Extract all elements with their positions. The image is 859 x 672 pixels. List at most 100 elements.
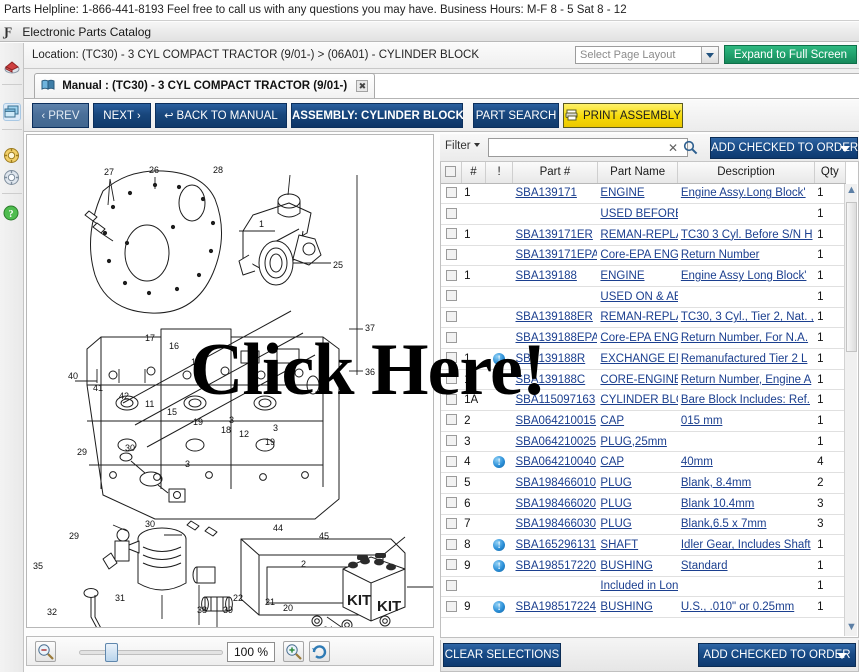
row-checkbox[interactable] [445,228,457,240]
chevron-down-icon[interactable] [701,47,718,63]
cell-description-link[interactable]: 40mm [681,456,713,468]
table-row[interactable]: 9! SBA198517224 BUSHING U.S., .010" or 0.25… [441,596,846,618]
cell-part-number-link[interactable]: SBA139171EPA [516,249,598,261]
info-icon[interactable]: ! [493,352,506,365]
row-checkbox-cell[interactable] [441,183,462,205]
row-checkbox[interactable] [445,455,457,467]
row-checkbox-cell[interactable] [441,389,462,412]
add-checked-to-order-bottom-button[interactable]: ADD CHECKED TO ORDER [698,643,856,667]
row-checkbox[interactable] [445,269,457,281]
zoom-in-icon[interactable] [283,641,304,662]
col-note-flag[interactable]: ! [485,162,513,184]
cell-description-link[interactable]: Return Number, Engine A [681,374,811,386]
cell-part-name-link[interactable]: USED BEFORE [600,208,677,220]
row-checkbox[interactable] [445,435,457,447]
info-icon[interactable]: ! [493,539,506,552]
cell-description-link[interactable]: Engine Assy.Long Block' [681,187,806,199]
cell-part-name[interactable]: CORE-ENGINE [597,369,678,391]
cell-note-flag[interactable]: ! [485,451,513,474]
help-icon[interactable]: ? [3,205,21,223]
back-to-manual-button[interactable]: ↩ BACK TO MANUAL [155,103,287,128]
cell-part-number-link[interactable]: SBA198466010 [516,477,597,489]
zoom-out-icon[interactable] [35,641,56,662]
row-checkbox[interactable] [445,414,457,426]
cell-part-name[interactable]: ENGINE [597,265,678,287]
cell-part-name-link[interactable]: CAP [600,415,624,427]
table-row[interactable]: 1! SBA139188R EXCHANGE EN Remanufactured Ti… [441,348,846,370]
cell-part-number-link[interactable]: SBA165296131 [516,539,597,551]
cell-part-number-link[interactable]: SBA139188EPA [516,332,598,344]
zoom-slider-thumb[interactable] [105,643,118,662]
row-checkbox-cell[interactable] [441,555,462,577]
row-checkbox-cell[interactable] [441,451,462,474]
cell-description[interactable]: Engine Assy Long Block' [677,265,815,287]
cell-description[interactable]: Engine Assy.Long Block' [677,183,815,205]
cell-part-number[interactable]: SBA064210015 [512,410,598,432]
table-row[interactable]: USED ON & AB 1 [441,286,846,308]
row-checkbox[interactable] [445,579,457,591]
cell-part-name[interactable]: BUSHING [597,555,678,577]
cell-part-number-link[interactable]: SBA198517224 [516,601,597,613]
cell-part-number[interactable]: SBA064210040 [512,451,598,474]
cell-part-name[interactable]: ENGINE [597,183,678,205]
cell-part-name[interactable]: PLUG,25mm [597,431,678,453]
table-row[interactable]: SBA139188ER REMAN-REPLA TC30, 3 Cyl., Tier… [441,307,846,329]
cell-part-number-link[interactable]: SBA139171ER [516,229,593,241]
cell-part-number-link[interactable]: SBA198466020 [516,498,597,510]
row-checkbox-cell[interactable] [441,348,462,370]
cell-part-name[interactable]: PLUG [597,493,678,515]
row-checkbox-cell[interactable] [441,493,462,515]
row-checkbox-cell[interactable] [441,203,462,225]
cell-part-name-link[interactable]: CAP [600,456,624,468]
cell-part-name[interactable]: CAP [597,410,678,432]
cell-part-number[interactable]: SBA198517224 [512,596,598,618]
assembly-cylinder-block-button[interactable]: ASSEMBLY: CYLINDER BLOCK [291,103,464,128]
cell-description-link[interactable]: Remanufactured Tier 2 L [681,353,808,365]
cell-part-number[interactable]: SBA139188EPA [512,327,598,349]
filter-dropdown[interactable]: Filter [445,140,480,152]
chevron-down-icon[interactable] [837,653,847,659]
cell-part-number-link[interactable]: SBA139188R [516,353,586,365]
table-row[interactable]: 1 SBA139188C CORE-ENGINE Return Number, Eng… [441,369,846,391]
cell-part-number[interactable]: SBA198466020 [512,493,598,515]
page-layout-select[interactable]: Select Page Layout [575,46,719,64]
cell-part-name-link[interactable]: BUSHING [600,560,652,572]
cell-description[interactable]: Blank, 8.4mm [677,472,815,494]
cell-part-number[interactable]: SBA165296131 [512,534,598,556]
cell-description-link[interactable]: 015 mm [681,415,723,427]
cell-part-name-link[interactable]: Included in Lon [600,580,677,592]
table-row[interactable]: 6 SBA198466020 PLUG Blank 10.4mm 3 [441,493,846,515]
cell-part-number-link[interactable]: SBA139188C [516,374,586,386]
cell-part-name[interactable]: Core-EPA ENGI [597,245,678,267]
cell-part-number[interactable]: SBA139188R [512,348,598,370]
cell-description[interactable]: TC30 3 Cyl. Before S/N H [677,224,815,246]
row-checkbox-cell[interactable] [441,327,462,349]
cell-description-link[interactable]: Return Number [681,249,760,261]
cell-description[interactable]: TC30, 3 Cyl., Tier 2, Nat. , [677,307,815,329]
cell-part-number[interactable]: SBA139171ER [512,224,598,246]
settings-gold-icon[interactable] [3,147,21,165]
row-checkbox[interactable] [445,331,457,343]
cell-part-number[interactable]: SBA139188 [512,265,598,287]
cell-part-number[interactable]: SBA139171 [512,183,598,205]
cell-part-name-link[interactable]: SHAFT [600,539,638,551]
table-row[interactable]: 4! SBA064210040 CAP 40mm 4 [441,451,846,474]
table-row[interactable]: SBA139171EPA Core-EPA ENGI Return Number 1 [441,245,846,267]
cell-description-link[interactable]: Blank,6.5 x 7mm [681,518,767,530]
row-checkbox[interactable] [445,207,457,219]
cell-note-flag[interactable]: ! [485,596,513,618]
row-checkbox[interactable] [445,476,457,488]
filter-input[interactable] [488,138,688,157]
col-select-all[interactable] [441,162,462,184]
cell-part-name-link[interactable]: Core-EPA ENGI [600,332,677,344]
cell-part-name[interactable]: PLUG [597,472,678,494]
cell-part-number[interactable]: SBA139171EPA [512,245,598,267]
table-row[interactable]: 1 SBA139188 ENGINE Engine Assy Long Block' 1 [441,265,846,287]
cell-description[interactable]: Blank,6.5 x 7mm [677,514,815,536]
cell-note-flag[interactable]: ! [485,534,513,556]
row-checkbox-cell[interactable] [441,245,462,267]
row-checkbox-cell[interactable] [441,514,462,536]
cell-part-name-link[interactable]: PLUG [600,477,631,489]
clear-selections-button[interactable]: CLEAR SELECTIONS [443,643,561,667]
row-checkbox-cell[interactable] [441,410,462,432]
